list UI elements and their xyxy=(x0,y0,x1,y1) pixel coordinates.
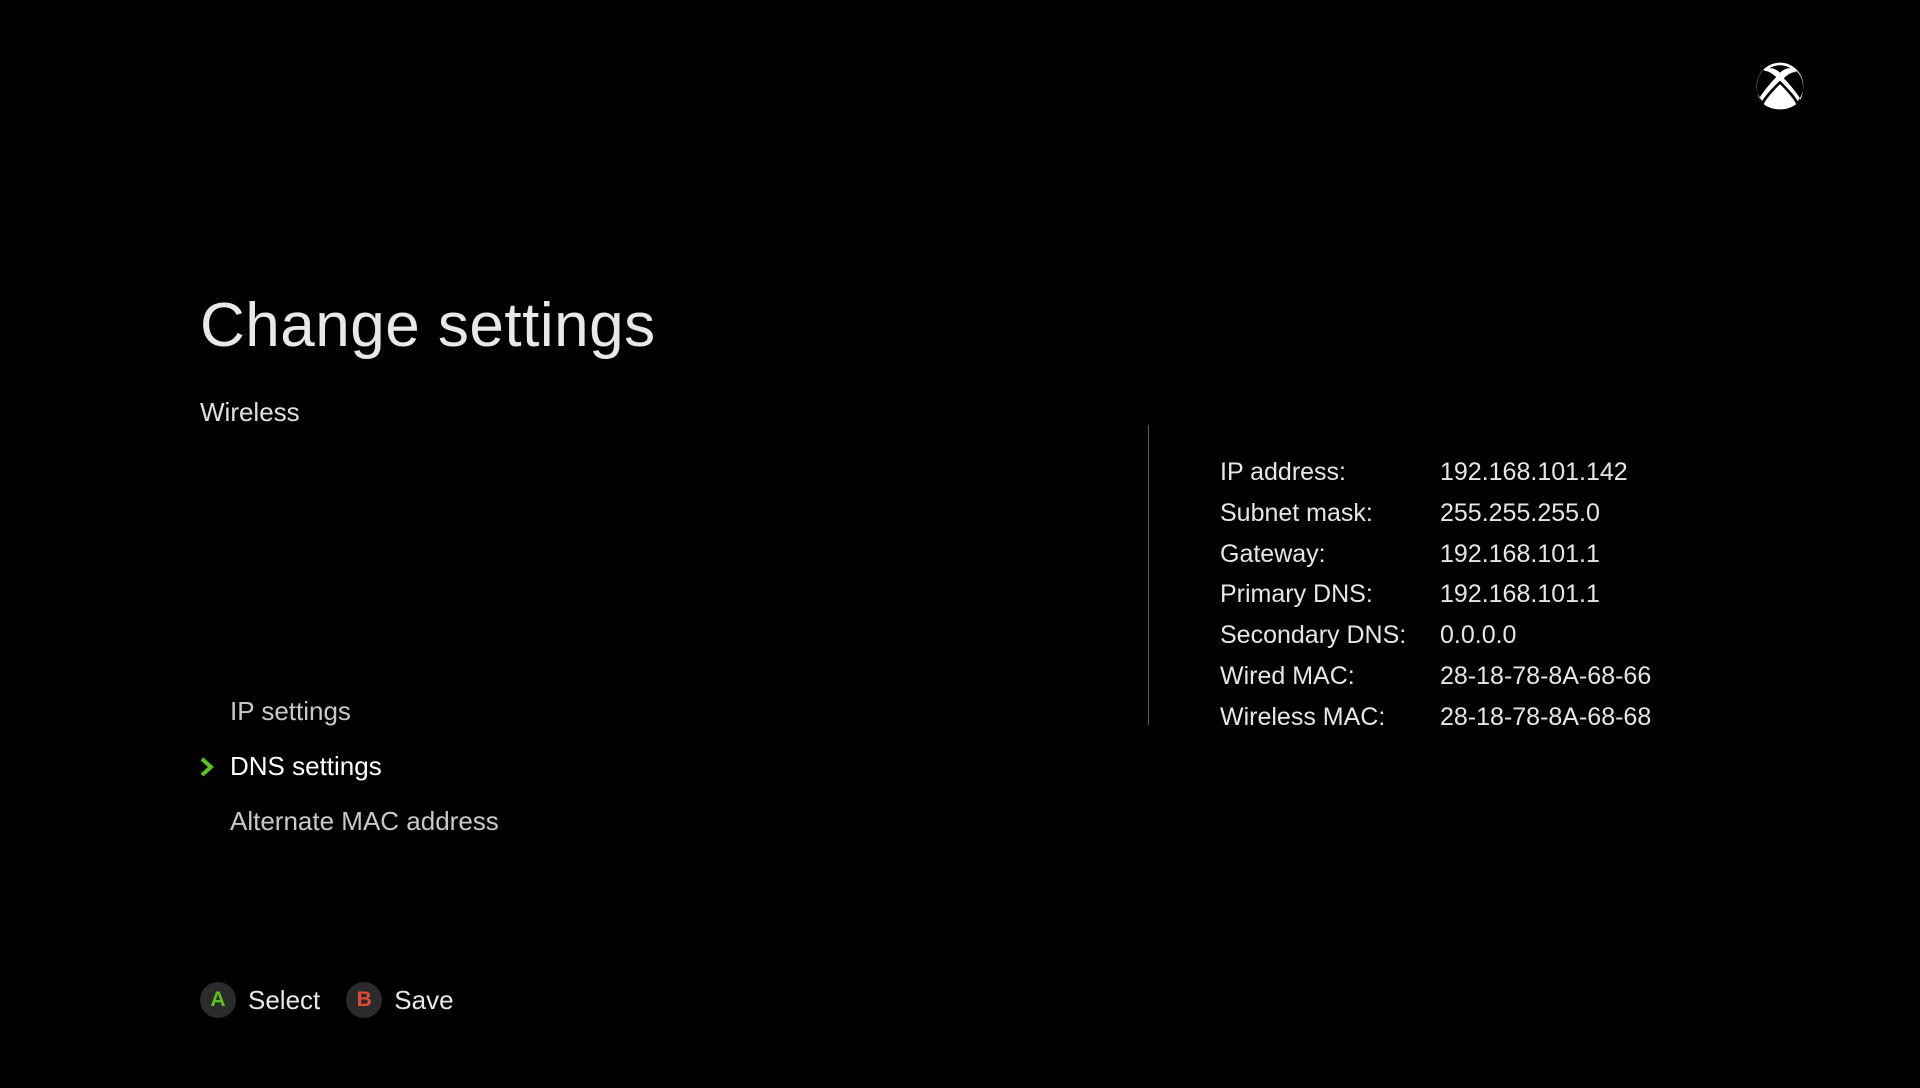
info-value: 255.255.255.0 xyxy=(1440,497,1600,531)
network-info-panel: IP address: 192.168.101.142 Subnet mask:… xyxy=(1220,456,1651,741)
info-row-gateway: Gateway: 192.168.101.1 xyxy=(1220,538,1651,572)
hint-save: B Save xyxy=(346,982,453,1018)
chevron-right-icon xyxy=(200,757,224,777)
connection-type-label: Wireless xyxy=(200,397,1760,428)
hint-label: Save xyxy=(394,985,453,1016)
info-label: Subnet mask: xyxy=(1220,497,1440,531)
info-value: 192.168.101.142 xyxy=(1440,456,1628,490)
info-row-secondary-dns: Secondary DNS: 0.0.0.0 xyxy=(1220,619,1651,653)
info-value: 192.168.101.1 xyxy=(1440,578,1600,612)
info-label: Wireless MAC: xyxy=(1220,701,1440,735)
menu-item-ip-settings[interactable]: IP settings xyxy=(200,692,1146,731)
info-value: 192.168.101.1 xyxy=(1440,538,1600,572)
menu-item-dns-settings[interactable]: DNS settings xyxy=(200,747,1146,786)
hint-label: Select xyxy=(248,985,320,1016)
info-value: 0.0.0.0 xyxy=(1440,619,1516,653)
info-row-subnet-mask: Subnet mask: 255.255.255.0 xyxy=(1220,497,1651,531)
menu-item-label: Alternate MAC address xyxy=(230,806,499,837)
info-row-primary-dns: Primary DNS: 192.168.101.1 xyxy=(1220,578,1651,612)
xbox-logo-icon xyxy=(1752,58,1808,119)
hint-select: A Select xyxy=(200,982,320,1018)
vertical-divider xyxy=(1148,425,1149,725)
settings-menu: IP settings DNS settings Alternate MAC a… xyxy=(200,452,1146,857)
info-label: Wired MAC: xyxy=(1220,660,1440,694)
b-button-icon: B xyxy=(346,982,382,1018)
info-label: Gateway: xyxy=(1220,538,1440,572)
info-label: IP address: xyxy=(1220,456,1440,490)
page-title: Change settings xyxy=(200,290,1760,361)
info-value: 28-18-78-8A-68-66 xyxy=(1440,660,1651,694)
info-value: 28-18-78-8A-68-68 xyxy=(1440,701,1651,735)
info-row-ip-address: IP address: 192.168.101.142 xyxy=(1220,456,1651,490)
info-row-wireless-mac: Wireless MAC: 28-18-78-8A-68-68 xyxy=(1220,701,1651,735)
info-label: Secondary DNS: xyxy=(1220,619,1440,653)
menu-item-alternate-mac[interactable]: Alternate MAC address xyxy=(200,802,1146,841)
a-button-icon: A xyxy=(200,982,236,1018)
button-hints: A Select B Save xyxy=(200,982,454,1018)
menu-item-label: IP settings xyxy=(230,696,351,727)
info-label: Primary DNS: xyxy=(1220,578,1440,612)
info-row-wired-mac: Wired MAC: 28-18-78-8A-68-66 xyxy=(1220,660,1651,694)
menu-item-label: DNS settings xyxy=(230,751,382,782)
